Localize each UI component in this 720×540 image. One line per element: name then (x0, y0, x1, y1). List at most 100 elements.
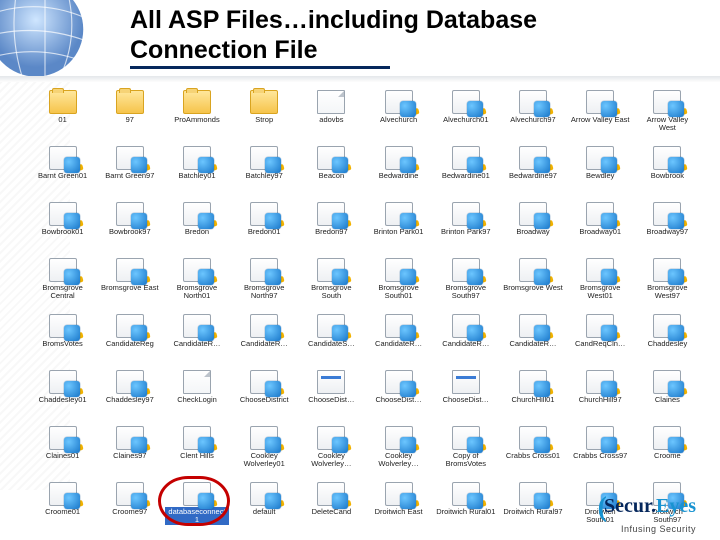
file-item[interactable]: Strop (232, 90, 297, 140)
file-item[interactable]: Bromsgrove South01 (366, 258, 431, 308)
file-label: CandidateR… (239, 339, 290, 349)
file-item[interactable]: Bromsgrove West (500, 258, 565, 308)
file-item[interactable]: Brinton Park01 (366, 202, 431, 252)
file-item[interactable]: Chaddesley (635, 314, 700, 364)
file-item[interactable]: Beacon (299, 146, 364, 196)
file-item[interactable]: Bromsgrove East (97, 258, 162, 308)
file-item[interactable]: ProAmmonds (164, 90, 229, 140)
file-label: 97 (124, 115, 136, 125)
file-item[interactable]: Chaddesley97 (97, 370, 162, 420)
file-item[interactable]: 01 (30, 90, 95, 140)
file-item[interactable]: ChooseDist… (299, 370, 364, 420)
file-item[interactable]: CandidateR… (232, 314, 297, 364)
file-item[interactable]: Claines (635, 370, 700, 420)
file-item[interactable]: Bedwardine97 (500, 146, 565, 196)
file-item[interactable]: Bedwardine01 (433, 146, 498, 196)
asp-file-icon (519, 426, 547, 450)
file-item[interactable]: Batchley97 (232, 146, 297, 196)
file-item[interactable]: Bromsgrove South97 (433, 258, 498, 308)
file-label: Alvechurch01 (441, 115, 490, 125)
asp-file-icon (452, 482, 480, 506)
file-item[interactable]: ChurchHill97 (568, 370, 633, 420)
file-item[interactable]: CheckLogin (164, 370, 229, 420)
file-item[interactable]: CandidateR… (164, 314, 229, 364)
file-item[interactable]: DeleteCand (299, 482, 364, 532)
file-item[interactable]: Copy of BromsVotes (433, 426, 498, 476)
file-item[interactable]: Bromsgrove North01 (164, 258, 229, 308)
title-line1: All ASP Files…including Database (130, 6, 537, 34)
file-item[interactable]: Arrow Valley West (635, 90, 700, 140)
file-item[interactable]: Broadway97 (635, 202, 700, 252)
file-item[interactable]: Crabbs Cross01 (500, 426, 565, 476)
file-item[interactable]: 97 (97, 90, 162, 140)
file-item[interactable]: Bedwardine (366, 146, 431, 196)
file-item[interactable]: ChooseDistrict (232, 370, 297, 420)
file-item[interactable]: Alvechurch01 (433, 90, 498, 140)
file-item[interactable]: CandidateR… (500, 314, 565, 364)
file-item[interactable]: Bromsgrove South (299, 258, 364, 308)
file-item[interactable]: Droitwich Rural97 (500, 482, 565, 532)
file-item[interactable]: Cookley Wolverley… (299, 426, 364, 476)
file-item[interactable]: Brinton Park97 (433, 202, 498, 252)
file-item[interactable]: Bowbrook (635, 146, 700, 196)
file-item[interactable]: ChooseDist… (433, 370, 498, 420)
file-label: Brinton Park01 (372, 227, 426, 237)
asp-file-icon (452, 146, 480, 170)
file-item[interactable]: BromsVotes (30, 314, 95, 364)
file-item[interactable]: Alvechurch97 (500, 90, 565, 140)
file-item[interactable]: Bowbrook97 (97, 202, 162, 252)
file-item[interactable]: Croome (635, 426, 700, 476)
file-item[interactable]: CandReqCln… (568, 314, 633, 364)
file-item[interactable]: Cookley Wolverley… (366, 426, 431, 476)
file-item[interactable]: Barnt Green97 (97, 146, 162, 196)
asp-file-icon (519, 146, 547, 170)
file-item[interactable]: Bromsgrove Central (30, 258, 95, 308)
folder-icon (250, 90, 278, 114)
file-item[interactable]: Claines97 (97, 426, 162, 476)
file-item[interactable]: CandidateReg (97, 314, 162, 364)
file-item[interactable]: Batchley01 (164, 146, 229, 196)
file-item[interactable]: Bredon97 (299, 202, 364, 252)
file-label: Droitwich Rural01 (434, 507, 497, 517)
asp-file-icon (116, 202, 144, 226)
slide: All ASP Files…including Database Connect… (0, 0, 720, 540)
file-item[interactable]: Alvechurch (366, 90, 431, 140)
file-item[interactable]: Bredon (164, 202, 229, 252)
file-item[interactable]: CandidateR… (366, 314, 431, 364)
file-item[interactable]: Claines01 (30, 426, 95, 476)
file-label: Cookley Wolverley… (367, 451, 431, 469)
html-file-icon (317, 370, 345, 394)
file-item[interactable]: databaseconnect1 (164, 482, 229, 532)
file-item[interactable]: Clent Hills (164, 426, 229, 476)
file-item[interactable]: Croome01 (30, 482, 95, 532)
file-item[interactable]: Bromsgrove North97 (232, 258, 297, 308)
file-label: Droitwich Rural97 (501, 507, 564, 517)
file-item[interactable]: Crabbs Cross97 (568, 426, 633, 476)
file-item[interactable]: Bewdley (568, 146, 633, 196)
file-item[interactable]: Bredon01 (232, 202, 297, 252)
file-item[interactable]: CandidateS… (299, 314, 364, 364)
file-item[interactable]: CandidateR… (433, 314, 498, 364)
file-item[interactable]: Croome97 (97, 482, 162, 532)
file-item[interactable]: adovbs (299, 90, 364, 140)
file-item[interactable]: default (232, 482, 297, 532)
file-item[interactable]: Chaddesley01 (30, 370, 95, 420)
folder-icon (116, 90, 144, 114)
file-item[interactable]: Bromsgrove West97 (635, 258, 700, 308)
file-label: ProAmmonds (172, 115, 221, 125)
file-item[interactable]: Bromsgrove West01 (568, 258, 633, 308)
file-item[interactable]: Barnt Green01 (30, 146, 95, 196)
file-item[interactable]: Broadway01 (568, 202, 633, 252)
html-file-icon (452, 370, 480, 394)
file-item[interactable]: ChooseDist… (366, 370, 431, 420)
file-label: adovbs (317, 115, 345, 125)
file-item[interactable]: Arrow Valley East (568, 90, 633, 140)
file-item[interactable]: Broadway (500, 202, 565, 252)
file-item[interactable]: Bowbrook01 (30, 202, 95, 252)
file-item[interactable]: Droitwich East (366, 482, 431, 532)
file-item[interactable]: Cookley Wolverley01 (232, 426, 297, 476)
file-label: Cookley Wolverley01 (232, 451, 296, 469)
asp-file-icon (519, 90, 547, 114)
file-item[interactable]: Droitwich Rural01 (433, 482, 498, 532)
file-item[interactable]: ChurchHill01 (500, 370, 565, 420)
